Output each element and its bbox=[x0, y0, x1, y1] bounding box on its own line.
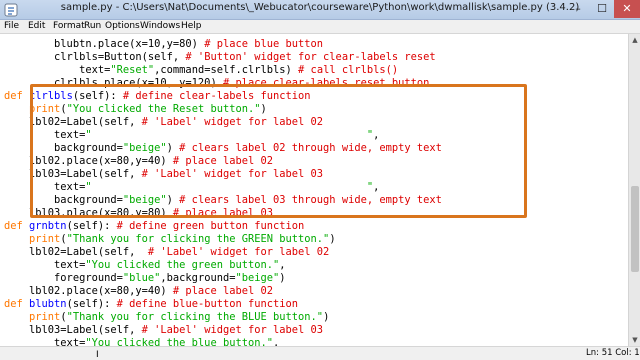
code-token: text= bbox=[4, 337, 86, 346]
code-line: print("Thank you for clicking the GREEN … bbox=[4, 233, 336, 246]
window-title: sample.py - C:\Users\Nat\Documents\_Webu… bbox=[60, 2, 580, 13]
menu-edit[interactable]: Edit bbox=[28, 21, 45, 31]
code-line: text="You clicked the green button.", bbox=[4, 259, 286, 272]
scroll-thumb[interactable] bbox=[631, 186, 639, 272]
code-line: lbl03=Label(self, # 'Label' widget for l… bbox=[4, 324, 323, 337]
code-token: # define blue-button function bbox=[116, 298, 299, 310]
cursor-position: Ln: 51 Col: 11 bbox=[586, 348, 640, 358]
menu-options[interactable]: Options bbox=[105, 21, 140, 31]
code-token: (self): bbox=[66, 220, 117, 232]
code-token: # define green button function bbox=[116, 220, 305, 232]
menu-file[interactable]: File bbox=[4, 21, 19, 31]
code-token: blubtn.place(x=10,y=80) bbox=[4, 38, 205, 50]
mouse-cursor-icon: I bbox=[96, 350, 99, 360]
code-line: text="You clicked the blue button.", bbox=[4, 337, 279, 346]
code-token: def bbox=[4, 298, 30, 310]
menu-windows[interactable]: Windows bbox=[140, 21, 180, 31]
code-token: "You clicked the green button." bbox=[85, 259, 280, 271]
code-token: foreground= bbox=[4, 272, 123, 284]
code-token: # 'Label' widget for label 03 bbox=[141, 324, 324, 336]
menu-help[interactable]: Help bbox=[181, 21, 202, 31]
code-token: text= bbox=[4, 64, 111, 76]
code-line: blubtn.place(x=10,y=80) # place blue but… bbox=[4, 38, 323, 51]
code-token: def bbox=[4, 90, 30, 102]
code-token: ) bbox=[279, 272, 286, 284]
code-token: clrlbls=Button(self, bbox=[4, 51, 186, 63]
code-token: lbl02=Label(self, bbox=[4, 246, 148, 258]
code-token: def bbox=[4, 220, 30, 232]
code-line: def blubtn(self): # define blue-button f… bbox=[4, 298, 298, 311]
code-token: ,background= bbox=[160, 272, 236, 284]
code-token: print bbox=[29, 311, 61, 323]
menu-bar: File Edit Format Run Options Windows Hel… bbox=[0, 20, 640, 34]
minimize-button[interactable]: – bbox=[566, 0, 590, 18]
code-token: , bbox=[279, 259, 286, 271]
code-token: , bbox=[273, 337, 280, 346]
code-token: "You clicked the blue button." bbox=[85, 337, 273, 346]
code-token: lbl03=Label(self, bbox=[4, 324, 142, 336]
code-token: "beige" bbox=[235, 272, 280, 284]
code-token: # 'Button' widget for clear-labels reset bbox=[185, 51, 436, 63]
maximize-button[interactable]: ☐ bbox=[590, 0, 614, 18]
code-line: lbl02=Label(self, # 'Label' widget for l… bbox=[4, 246, 329, 259]
code-token: grnbtn bbox=[29, 220, 67, 232]
menu-format[interactable]: Format bbox=[53, 21, 85, 31]
code-token: text= bbox=[4, 259, 86, 271]
code-token: blubtn bbox=[29, 298, 67, 310]
code-token: # place label 02 bbox=[172, 285, 273, 297]
code-token: "blue" bbox=[122, 272, 161, 284]
title-bar: sample.py - C:\Users\Nat\Documents\_Webu… bbox=[0, 0, 640, 20]
vertical-scrollbar[interactable]: ▲ ▼ bbox=[628, 34, 640, 346]
close-button[interactable]: ✕ bbox=[614, 0, 640, 18]
code-line: def grnbtn(self): # define green button … bbox=[4, 220, 304, 233]
code-token: "Thank you for clicking the GREEN button… bbox=[66, 233, 330, 245]
code-token: # call clrlbls() bbox=[298, 64, 399, 76]
scroll-down-icon[interactable]: ▼ bbox=[629, 334, 640, 346]
code-line: text="Reset",command=self.clrlbls) # cal… bbox=[4, 64, 398, 77]
code-token: # 'Label' widget for label 02 bbox=[147, 246, 330, 258]
code-line: foreground="blue",background="beige") bbox=[4, 272, 286, 285]
code-line: print("Thank you for clicking the BLUE b… bbox=[4, 311, 329, 324]
code-token: ) bbox=[323, 311, 330, 323]
scroll-up-icon[interactable]: ▲ bbox=[629, 34, 640, 46]
code-line: clrlbls=Button(self, # 'Button' widget f… bbox=[4, 51, 436, 64]
menu-run[interactable]: Run bbox=[84, 21, 101, 31]
code-token: "Thank you for clicking the BLUE button.… bbox=[66, 311, 324, 323]
code-token: ,command=self.clrlbls) bbox=[154, 64, 299, 76]
highlight-box bbox=[30, 84, 527, 218]
code-token: print bbox=[29, 233, 61, 245]
code-token: lbl02.place(x=80,y=40) bbox=[4, 285, 173, 297]
code-token: ) bbox=[329, 233, 336, 245]
code-token: (self): bbox=[66, 298, 117, 310]
code-token: "Reset" bbox=[110, 64, 155, 76]
code-token: # place blue button bbox=[204, 38, 324, 50]
code-line: lbl02.place(x=80,y=40) # place label 02 bbox=[4, 285, 273, 298]
